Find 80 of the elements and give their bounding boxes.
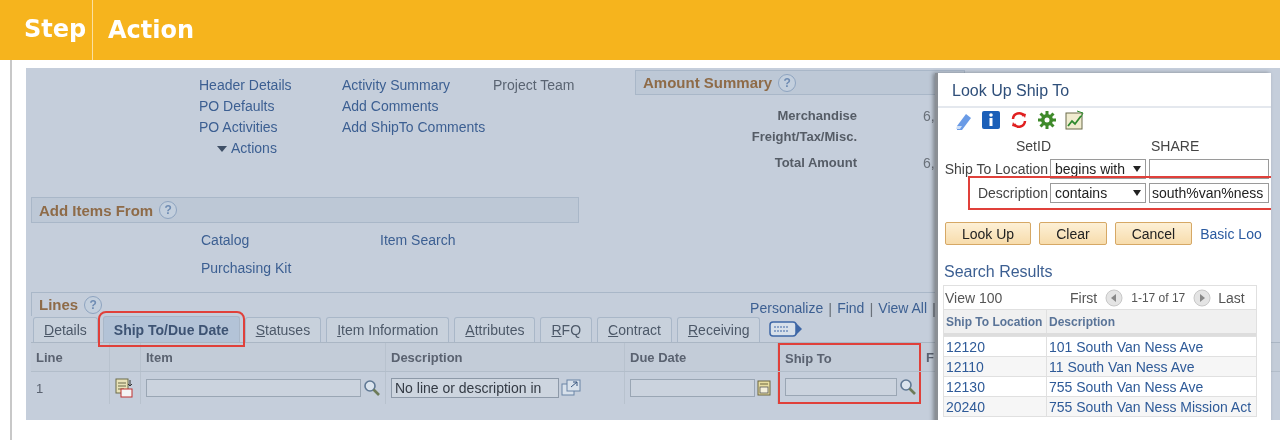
page-link[interactable]: Add ShipTo Comments: [342, 117, 486, 138]
page-link[interactable]: Activity Summary: [342, 75, 451, 96]
tab[interactable]: Item Information: [326, 317, 450, 342]
separator: |: [828, 300, 833, 317]
line-number: 1: [31, 372, 110, 404]
last-label: Last: [1218, 289, 1245, 306]
field-label: Description: [976, 185, 1049, 201]
page-link[interactable]: PO Activities: [199, 117, 278, 138]
grid-link[interactable]: View All: [878, 298, 928, 319]
first-label: First: [1070, 289, 1098, 306]
operator-dropdown[interactable]: contains: [1050, 183, 1146, 203]
page-link[interactable]: Catalog: [201, 230, 250, 258]
page-link[interactable]: Add Comments: [342, 96, 439, 117]
section-title: Amount Summary: [643, 74, 773, 91]
page-link[interactable]: Header Details: [199, 75, 292, 96]
previous-icon[interactable]: [1105, 288, 1124, 307]
page-link[interactable]: PO Defaults: [199, 96, 275, 117]
grid-link[interactable]: Personalize: [750, 298, 824, 319]
page-link[interactable]: Project Team: [493, 75, 575, 96]
result-link[interactable]: 101 South Van Ness Ave: [1047, 338, 1204, 355]
expand-icon[interactable]: [561, 379, 581, 397]
caret-icon: [217, 145, 227, 152]
info-icon[interactable]: [981, 110, 1001, 130]
description-field[interactable]: No line or description in: [391, 378, 559, 398]
dialog-button[interactable]: Cancel: [1114, 222, 1193, 245]
amount-label: Merchandise: [776, 108, 857, 123]
result-link[interactable]: 12110: [944, 357, 1047, 376]
search-icon[interactable]: [363, 379, 381, 397]
setid-label: SetID: [1016, 138, 1052, 156]
section-title: Add Items From: [39, 201, 154, 219]
actions-menu[interactable]: Actions: [217, 138, 277, 159]
chart-icon[interactable]: [1065, 110, 1085, 130]
result-link[interactable]: 20240: [944, 397, 1047, 416]
dialog-title: Look Up Ship To: [938, 73, 1271, 108]
result-link[interactable]: 755 South Van Ness Mission Act: [1047, 398, 1252, 415]
refresh-icon[interactable]: [1009, 110, 1029, 130]
show-all-columns-icon[interactable]: [769, 319, 804, 339]
result-link[interactable]: 755 South Van Ness Ave: [1047, 378, 1204, 395]
tab[interactable]: Attributes: [454, 317, 536, 342]
amount-value: 6,: [923, 154, 935, 171]
column-header: Ship To Location: [944, 310, 1047, 333]
tab[interactable]: RFQ: [540, 317, 593, 342]
amount-label: Freight/Tax/Misc.: [750, 129, 857, 144]
operator-dropdown[interactable]: begins with: [1050, 159, 1146, 179]
results-title: Search Results: [943, 262, 1054, 282]
next-icon[interactable]: [1193, 288, 1212, 307]
separator: |: [869, 300, 874, 317]
field-label: Ship To Location: [943, 161, 1049, 177]
tab[interactable]: Statuses: [244, 317, 322, 342]
amount-label: Total Amount: [773, 155, 857, 170]
action-heading: Action: [107, 16, 195, 44]
calendar-icon[interactable]: [757, 380, 771, 396]
grid-link[interactable]: Find: [837, 298, 865, 319]
view-link[interactable]: View 100: [945, 289, 1070, 306]
dropdown-caret-icon: [1133, 190, 1141, 196]
setid-value: SHARE: [1151, 138, 1200, 156]
step-heading: Step: [0, 0, 93, 60]
dialog-button[interactable]: Clear: [1039, 222, 1107, 245]
page-link[interactable]: Item Search: [380, 230, 456, 258]
result-link[interactable]: 11 South Van Ness Ave: [1047, 358, 1195, 375]
page-link[interactable]: Purchasing Kit: [201, 257, 292, 285]
section-title: Lines: [39, 296, 79, 313]
dialog-button[interactable]: Look Up: [945, 222, 1032, 245]
date-field[interactable]: [630, 379, 755, 397]
search-icon[interactable]: [899, 378, 917, 396]
dropdown-caret-icon: [1133, 166, 1141, 172]
ship-to-field[interactable]: [785, 378, 897, 396]
separator: |: [932, 300, 936, 317]
criteria-field[interactable]: [1149, 159, 1269, 179]
row-count: 1-17 of 17: [1131, 290, 1186, 305]
settings-icon[interactable]: [1037, 110, 1057, 130]
amount-value: 6,: [923, 107, 935, 124]
tab[interactable]: Receiving: [677, 317, 761, 342]
criteria-field[interactable]: south%van%ness: [1149, 183, 1269, 203]
item-field[interactable]: [146, 379, 361, 397]
basic-lookup-link[interactable]: Basic Loo: [1200, 225, 1262, 242]
column-header: Description: [1048, 314, 1115, 329]
tab[interactable]: Details: [33, 317, 98, 342]
document-icon[interactable]: [115, 378, 133, 398]
tab[interactable]: Contract: [597, 317, 672, 342]
